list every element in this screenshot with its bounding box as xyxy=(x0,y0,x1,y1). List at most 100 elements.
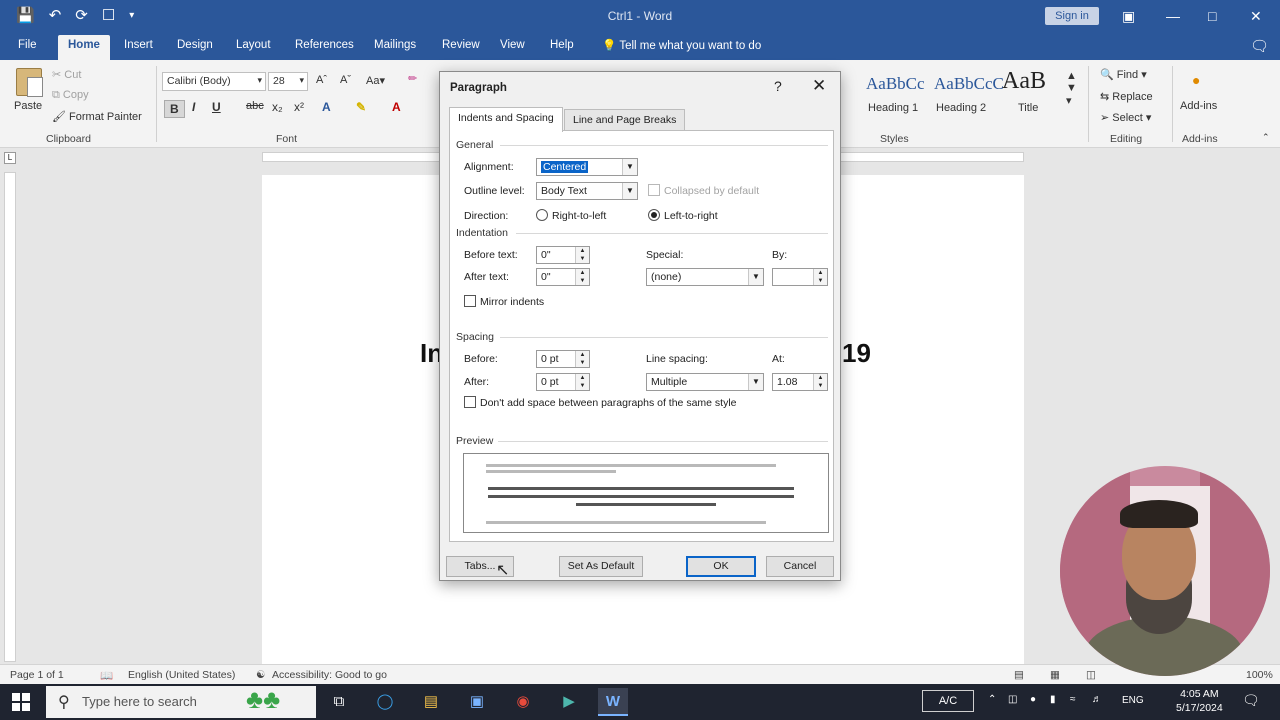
special-select[interactable]: (none) ▼ xyxy=(646,268,764,286)
styles-scroll-icon[interactable]: ▲ ▼ ▾ xyxy=(1066,70,1077,107)
outline-level-select[interactable]: Body Text ▼ xyxy=(536,182,638,200)
customize-icon[interactable]: ▾ xyxy=(129,6,134,26)
tab-view[interactable]: View xyxy=(500,39,525,51)
windows-start-icon[interactable] xyxy=(12,693,30,711)
spinner-arrows-icon[interactable]: ▲ ▼ xyxy=(575,269,589,285)
strikethrough-button[interactable]: abc xyxy=(246,100,264,112)
tab-home[interactable]: Home xyxy=(58,35,110,60)
style-title-sample[interactable]: AaB xyxy=(1002,68,1046,95)
tab-references[interactable]: References xyxy=(295,39,354,51)
input-language[interactable]: ENG xyxy=(1122,695,1144,706)
redo-icon[interactable]: ⟳ xyxy=(75,6,88,26)
language-status[interactable]: English (United States) xyxy=(128,669,235,681)
at-spinner[interactable]: 1.08 ▲ ▼ xyxy=(772,373,828,391)
read-mode-icon[interactable]: ▤ xyxy=(1014,669,1024,681)
chrome-icon[interactable]: ◉ xyxy=(508,688,538,716)
task-view-icon[interactable]: ⧉ xyxy=(324,688,354,716)
maximize-icon[interactable]: □ xyxy=(1208,6,1216,26)
help-button[interactable]: ? xyxy=(774,78,782,94)
collapse-ribbon-icon[interactable]: ⌃ xyxy=(1262,132,1270,143)
change-case-icon[interactable]: Aa▾ xyxy=(366,74,385,87)
tab-insert[interactable]: Insert xyxy=(124,39,153,51)
close-icon[interactable]: ✕ xyxy=(1250,6,1262,26)
replace-button[interactable]: ⇆ Replace xyxy=(1100,90,1153,103)
tell-me-search[interactable]: 💡 Tell me what you want to do xyxy=(602,38,761,52)
tab-design[interactable]: Design xyxy=(177,39,213,51)
tab-layout[interactable]: Layout xyxy=(236,39,271,51)
font-name-combo[interactable]: Calibri (Body) ▾ xyxy=(162,72,266,91)
by-spinner[interactable]: ▲ ▼ xyxy=(772,268,828,286)
media-app-icon[interactable]: ▶ xyxy=(554,688,584,716)
print-layout-icon[interactable]: ▦ xyxy=(1050,669,1060,681)
font-size-combo[interactable]: 28 ▾ xyxy=(268,72,308,91)
format-painter-button[interactable]: 🖌 Format Painter xyxy=(52,110,142,123)
add-ins-button[interactable]: Add-ins xyxy=(1180,100,1217,112)
battery-icon[interactable]: ▮ xyxy=(1050,694,1056,705)
page-count[interactable]: Page 1 of 1 xyxy=(10,669,64,681)
cut-button[interactable]: ✂ Cut xyxy=(52,68,81,81)
alignment-select[interactable]: Centered ▼ xyxy=(536,158,638,176)
find-button[interactable]: 🔍 Find ▾ xyxy=(1100,68,1147,81)
italic-button[interactable]: I xyxy=(192,100,195,114)
file-explorer-icon[interactable]: ▤ xyxy=(416,688,446,716)
right-to-left-radio[interactable] xyxy=(536,209,548,221)
dont-add-space-checkbox[interactable] xyxy=(464,396,476,408)
spinner-arrows-icon[interactable]: ▲ ▼ xyxy=(813,269,827,285)
copy-button[interactable]: ⧉ Copy xyxy=(52,89,89,102)
line-spacing-select[interactable]: Multiple ▼ xyxy=(646,373,764,391)
superscript-button[interactable]: x² xyxy=(294,100,304,114)
comments-icon[interactable]: 🗨 xyxy=(1250,37,1269,55)
font-color-icon[interactable]: A xyxy=(392,100,401,114)
before-text-spinner[interactable]: 0" ▲ ▼ xyxy=(536,246,590,264)
tab-indents-and-spacing[interactable]: Indents and Spacing xyxy=(449,107,563,132)
spinner-arrows-icon[interactable]: ▲ ▼ xyxy=(575,247,589,263)
tab-selector[interactable]: L xyxy=(4,152,16,164)
accessibility-icon[interactable]: ☯ xyxy=(256,669,265,681)
taskbar-clock[interactable]: 4:05 AM 5/17/2024 xyxy=(1176,687,1223,715)
tab-help[interactable]: Help xyxy=(550,39,574,51)
left-to-right-radio[interactable] xyxy=(648,209,660,221)
set-as-default-button[interactable]: Set As Default xyxy=(559,556,643,577)
ribbon-display-icon[interactable]: ▣ xyxy=(1122,6,1135,26)
style-heading1-sample[interactable]: AaBbCc xyxy=(866,74,925,94)
underline-button[interactable]: U xyxy=(212,100,221,114)
highlight-icon[interactable]: ✎ xyxy=(356,100,366,114)
wifi-icon[interactable]: ≈ xyxy=(1070,694,1076,705)
save-icon[interactable]: 💾 xyxy=(16,6,35,26)
grow-font-icon[interactable]: Aˆ xyxy=(316,74,327,86)
vertical-ruler[interactable] xyxy=(4,172,16,662)
clear-formatting-icon[interactable]: ✏ xyxy=(408,72,417,85)
paste-button[interactable]: Paste xyxy=(14,100,42,112)
volume-icon[interactable]: ♬ xyxy=(1092,694,1102,705)
tab-review[interactable]: Review xyxy=(442,39,480,51)
bold-button[interactable]: B xyxy=(164,100,185,118)
shrink-font-icon[interactable]: Aˇ xyxy=(340,74,351,86)
subscript-button[interactable]: x₂ xyxy=(272,100,283,114)
notifications-icon[interactable]: 🗨 xyxy=(1242,692,1260,709)
spinner-arrows-icon[interactable]: ▲ ▼ xyxy=(813,374,827,390)
tab-file[interactable]: File xyxy=(18,39,37,51)
spinner-arrows-icon[interactable]: ▲ ▼ xyxy=(575,374,589,390)
dialog-close-icon[interactable]: ✕ xyxy=(812,76,826,96)
store-icon[interactable]: ▣ xyxy=(462,688,492,716)
show-hidden-icons-icon[interactable]: ⌃ xyxy=(988,694,996,705)
network-icon[interactable]: ◫ xyxy=(1008,694,1017,705)
ac-indicator[interactable]: A/C xyxy=(922,690,974,712)
edge-icon[interactable]: ◯ xyxy=(370,688,400,716)
spacing-before-spinner[interactable]: 0 pt ▲ ▼ xyxy=(536,350,590,368)
word-icon[interactable]: W xyxy=(598,688,628,716)
style-heading2-sample[interactable]: AaBbCcC xyxy=(934,74,1004,94)
undo-icon[interactable]: ↶ xyxy=(49,6,62,26)
collapsed-by-default-checkbox[interactable] xyxy=(648,184,660,196)
text-effects-icon[interactable]: A xyxy=(322,100,331,114)
proofing-icon[interactable]: 📖 xyxy=(100,669,113,682)
after-text-spinner[interactable]: 0" ▲ ▼ xyxy=(536,268,590,286)
cancel-button[interactable]: Cancel xyxy=(766,556,834,577)
spinner-arrows-icon[interactable]: ▲ ▼ xyxy=(575,351,589,367)
microphone-icon[interactable]: ● xyxy=(1030,694,1036,705)
select-button[interactable]: ➢ Select ▾ xyxy=(1100,111,1151,124)
sign-in-button[interactable]: Sign in xyxy=(1045,7,1099,25)
tab-line-and-page-breaks[interactable]: Line and Page Breaks xyxy=(564,109,686,131)
mirror-indents-checkbox[interactable] xyxy=(464,295,476,307)
ok-button[interactable]: OK xyxy=(686,556,756,577)
